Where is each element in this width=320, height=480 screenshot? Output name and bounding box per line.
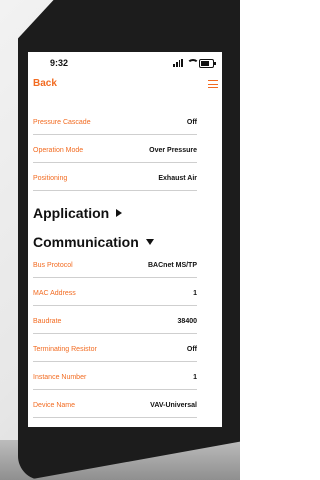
setting-row-pressure-cascade[interactable]: Pressure Cascade Off: [33, 114, 197, 135]
status-bar: 9:32: [28, 52, 222, 76]
section-communication[interactable]: Communication: [33, 232, 154, 252]
setting-row-baudrate[interactable]: Baudrate 38400: [33, 313, 197, 334]
section-title: Communication: [33, 234, 139, 250]
setting-label: Pressure Cascade: [33, 119, 91, 126]
app-screen: 9:32 Back Pressure Cascade Off Operation…: [28, 52, 222, 427]
setting-label: MAC Address: [33, 290, 76, 297]
setting-value: Off: [186, 119, 197, 126]
navigation-bar: Back: [28, 76, 222, 94]
setting-row-mac-address[interactable]: MAC Address 1: [33, 285, 197, 306]
chevron-down-icon: [145, 239, 154, 245]
setting-label: Terminating Resistor: [33, 346, 97, 353]
status-time: 9:32: [50, 58, 69, 68]
setting-row-operation-mode[interactable]: Operation Mode Over Pressure: [33, 142, 197, 163]
setting-row-instance-number[interactable]: Instance Number 1: [33, 369, 197, 390]
setting-value: 1: [193, 290, 197, 297]
setting-row-device-name[interactable]: Device Name VAV-Universal: [33, 397, 197, 418]
setting-value: Exhaust Air: [158, 175, 197, 182]
setting-label: Bus Protocol: [33, 262, 73, 269]
setting-value: Off: [186, 346, 197, 353]
setting-label: Baudrate: [33, 318, 62, 325]
setting-row-terminating-resistor[interactable]: Terminating Resistor Off: [33, 341, 197, 362]
setting-value: 1: [193, 374, 197, 381]
section-application[interactable]: Application: [33, 203, 123, 223]
setting-label: Instance Number: [33, 374, 87, 381]
setting-label: Device Name: [33, 402, 76, 409]
hamburger-menu-icon[interactable]: [208, 80, 218, 88]
setting-value: Over Pressure: [149, 147, 197, 154]
status-icons: [173, 58, 216, 68]
setting-label: Operation Mode: [33, 147, 84, 154]
setting-value: BACnet MS/TP: [148, 262, 197, 269]
setting-row-positioning[interactable]: Positioning Exhaust Air: [33, 170, 197, 191]
wifi-icon: [186, 59, 199, 67]
signal-icon: [173, 59, 183, 67]
setting-label: Positioning: [33, 175, 68, 182]
setting-value: 38400: [177, 318, 197, 325]
section-title: Application: [33, 205, 110, 221]
setting-value: VAV-Universal: [150, 402, 197, 409]
setting-row-bus-protocol[interactable]: Bus Protocol BACnet MS/TP: [33, 257, 197, 278]
chevron-right-icon: [116, 209, 123, 217]
back-button[interactable]: Back: [33, 78, 57, 89]
battery-icon: [199, 58, 216, 68]
